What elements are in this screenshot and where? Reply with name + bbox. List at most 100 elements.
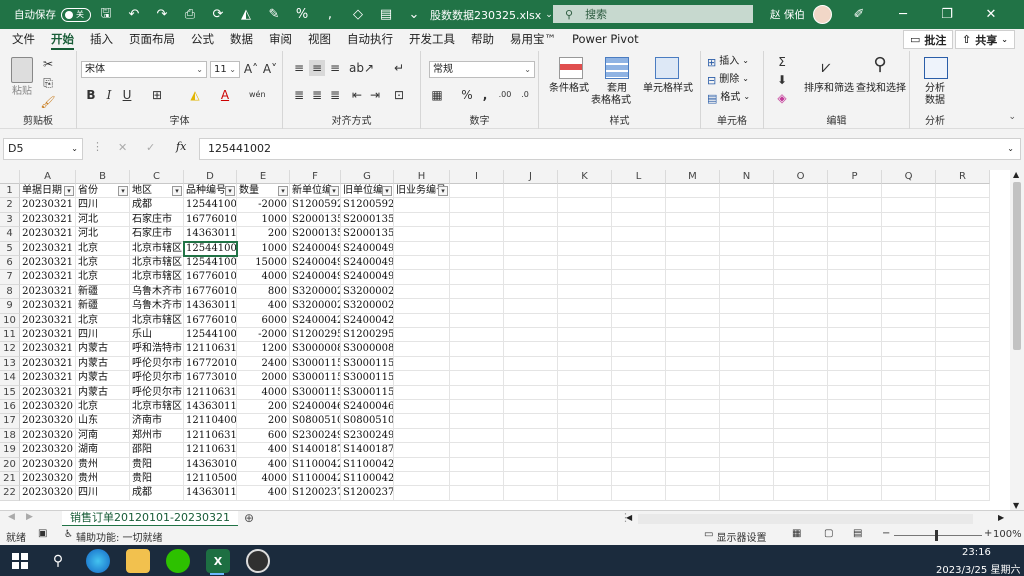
- empty-cell[interactable]: [558, 241, 612, 256]
- data-cell[interactable]: -2000: [237, 328, 290, 343]
- sort-filter-icon[interactable]: ⩗: [818, 59, 834, 75]
- empty-cell[interactable]: [450, 371, 504, 386]
- empty-cell[interactable]: [936, 342, 990, 357]
- restore-icon[interactable]: ❐: [936, 4, 958, 26]
- empty-cell[interactable]: [612, 241, 666, 256]
- vertical-scroll-thumb[interactable]: [1013, 182, 1021, 350]
- data-cell[interactable]: 20230321: [20, 241, 76, 256]
- align-left-icon[interactable]: ≣: [291, 87, 307, 103]
- header-cell[interactable]: 品种编号 ▾: [184, 184, 237, 199]
- row-header[interactable]: 8: [0, 284, 20, 300]
- data-cell[interactable]: 121106312: [184, 385, 237, 400]
- autosave[interactable]: 自动保存 关: [14, 0, 91, 29]
- column-header[interactable]: D: [184, 170, 237, 184]
- empty-cell[interactable]: [720, 184, 774, 199]
- search-icon[interactable]: ⚲: [46, 549, 70, 573]
- data-cell[interactable]: 郑州市: [130, 428, 184, 444]
- data-cell[interactable]: 乌鲁木齐市: [130, 284, 184, 300]
- data-cell[interactable]: 1200: [237, 342, 290, 357]
- vertical-scrollbar[interactable]: ▲ ▼: [1010, 170, 1024, 510]
- pen-icon[interactable]: ✐: [848, 4, 870, 26]
- empty-cell[interactable]: [558, 428, 612, 444]
- empty-cell[interactable]: [558, 328, 612, 343]
- empty-cell[interactable]: [558, 299, 612, 314]
- orientation-icon[interactable]: ab↗: [349, 60, 374, 76]
- data-cell[interactable]: 167760101: [184, 313, 237, 328]
- data-cell[interactable]: 20230321: [20, 328, 76, 343]
- empty-cell[interactable]: [720, 400, 774, 415]
- column-header[interactable]: F: [290, 170, 341, 184]
- increase-font-icon[interactable]: A˄: [243, 61, 259, 77]
- empty-cell[interactable]: [774, 270, 828, 285]
- empty-cell[interactable]: [828, 241, 882, 256]
- empty-cell[interactable]: [882, 212, 936, 228]
- empty-cell[interactable]: [558, 443, 612, 458]
- empty-cell[interactable]: [612, 385, 666, 400]
- row-header[interactable]: 4: [0, 227, 20, 242]
- row-header[interactable]: 10: [0, 313, 20, 328]
- merge-center-icon[interactable]: ⊡: [391, 87, 407, 103]
- empty-cell[interactable]: [882, 284, 936, 300]
- data-cell[interactable]: 20230320: [20, 443, 76, 458]
- empty-cell[interactable]: [882, 313, 936, 328]
- data-cell[interactable]: 167730101: [184, 371, 237, 386]
- empty-cell[interactable]: [504, 414, 558, 429]
- data-cell[interactable]: S1400187: [341, 443, 394, 458]
- column-header[interactable]: P: [828, 170, 882, 184]
- data-cell[interactable]: 河北: [76, 212, 130, 228]
- clear-icon[interactable]: ◈: [774, 90, 790, 106]
- print-preview-icon[interactable]: ⎙: [179, 4, 201, 26]
- empty-cell[interactable]: [450, 414, 504, 429]
- empty-cell[interactable]: [936, 472, 990, 487]
- empty-cell[interactable]: [720, 256, 774, 271]
- cut-icon[interactable]: ✂: [40, 56, 56, 72]
- empty-cell[interactable]: [882, 443, 936, 458]
- empty-cell[interactable]: [612, 256, 666, 271]
- empty-cell[interactable]: [666, 342, 720, 357]
- delete-cells-button[interactable]: ⊟ 删除 ⌄: [707, 74, 749, 87]
- row-header[interactable]: 5: [0, 241, 20, 256]
- row-header[interactable]: 1: [0, 184, 20, 199]
- empty-cell[interactable]: [612, 227, 666, 242]
- empty-cell[interactable]: [612, 486, 666, 501]
- empty-cell[interactable]: [504, 400, 558, 415]
- empty-cell[interactable]: [666, 270, 720, 285]
- data-cell[interactable]: 2000: [237, 371, 290, 386]
- empty-cell[interactable]: [936, 457, 990, 472]
- empty-cell[interactable]: [936, 328, 990, 343]
- empty-cell[interactable]: [394, 414, 450, 429]
- data-cell[interactable]: 新疆: [76, 284, 130, 300]
- header-cell[interactable]: 省份 ▾: [76, 184, 130, 199]
- data-cell[interactable]: 呼伦贝尔市: [130, 356, 184, 372]
- empty-cell[interactable]: [450, 299, 504, 314]
- empty-cell[interactable]: [720, 428, 774, 444]
- data-cell[interactable]: 20230321: [20, 227, 76, 242]
- empty-cell[interactable]: [882, 342, 936, 357]
- redo-icon[interactable]: ↷: [151, 4, 173, 26]
- formula-bar-handle-icon[interactable]: ⋮: [92, 140, 103, 153]
- data-cell[interactable]: 121104005: [184, 414, 237, 429]
- empty-cell[interactable]: [828, 443, 882, 458]
- paste-icon[interactable]: [11, 57, 33, 83]
- data-cell[interactable]: S3200002: [341, 299, 394, 314]
- empty-cell[interactable]: [882, 414, 936, 429]
- format-as-table-icon[interactable]: [605, 57, 629, 79]
- cancel-icon[interactable]: ✕: [118, 141, 127, 154]
- empty-cell[interactable]: [450, 328, 504, 343]
- underline-icon[interactable]: U: [119, 87, 135, 103]
- empty-cell[interactable]: [882, 385, 936, 400]
- empty-cell[interactable]: [936, 428, 990, 444]
- data-cell[interactable]: 20230320: [20, 414, 76, 429]
- empty-cell[interactable]: [666, 414, 720, 429]
- empty-cell[interactable]: [774, 328, 828, 343]
- data-cell[interactable]: 北京市辖区: [130, 313, 184, 328]
- file-explorer-icon[interactable]: [126, 549, 150, 573]
- font-color-icon[interactable]: A: [217, 87, 233, 103]
- row-header[interactable]: 18: [0, 428, 20, 444]
- data-cell[interactable]: 内蒙古: [76, 342, 130, 357]
- empty-cell[interactable]: [558, 227, 612, 242]
- empty-cell[interactable]: [450, 241, 504, 256]
- empty-cell[interactable]: [394, 428, 450, 444]
- empty-cell[interactable]: [828, 299, 882, 314]
- empty-cell[interactable]: [666, 227, 720, 242]
